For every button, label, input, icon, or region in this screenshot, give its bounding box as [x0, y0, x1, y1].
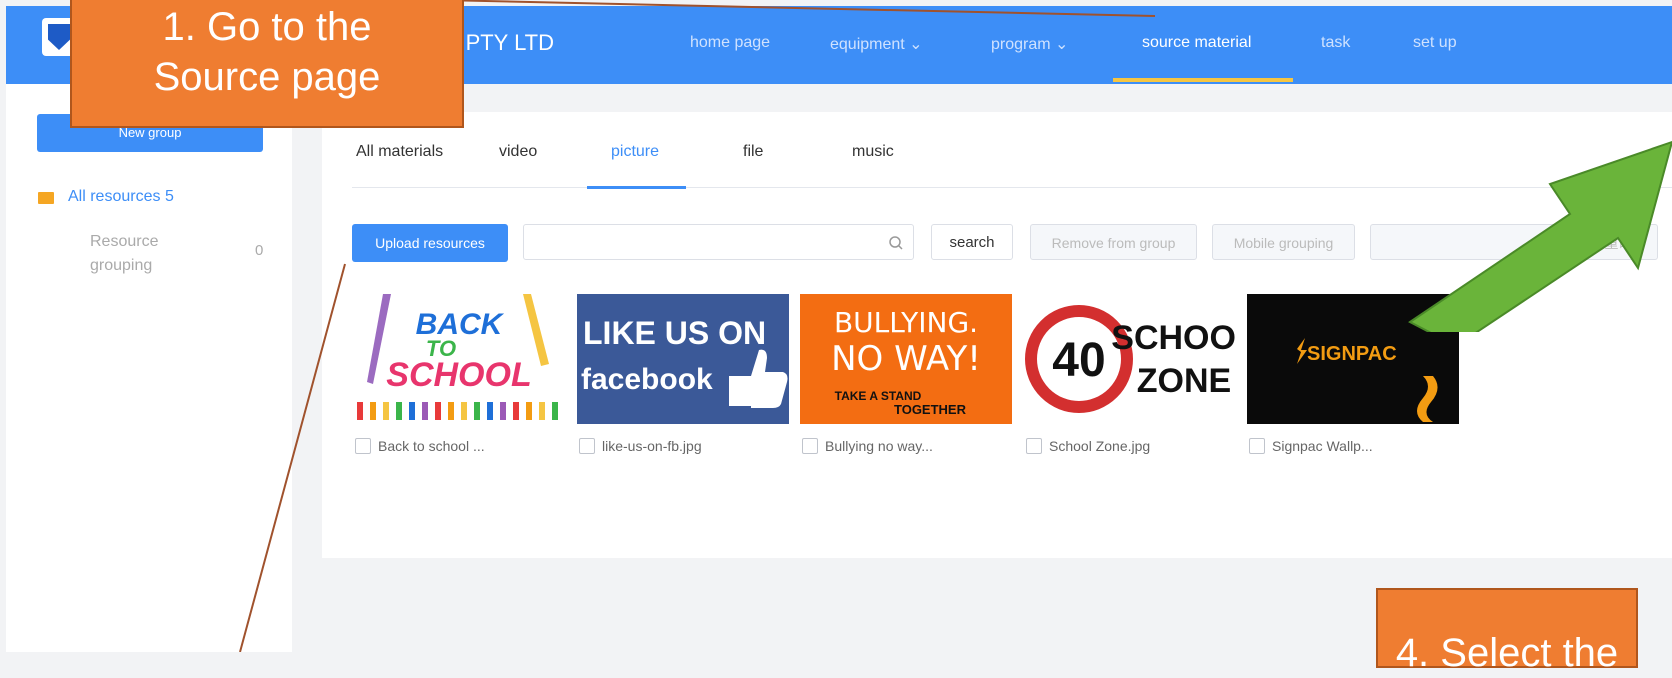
callout-line: 1. Go to the	[162, 5, 372, 49]
step-4-callout: 4. Select the	[1376, 588, 1638, 675]
arrow-icon	[1408, 140, 1672, 332]
step-1-callout: 1. Go to the Source page	[70, 0, 464, 128]
callout-line: Source page	[153, 55, 381, 99]
